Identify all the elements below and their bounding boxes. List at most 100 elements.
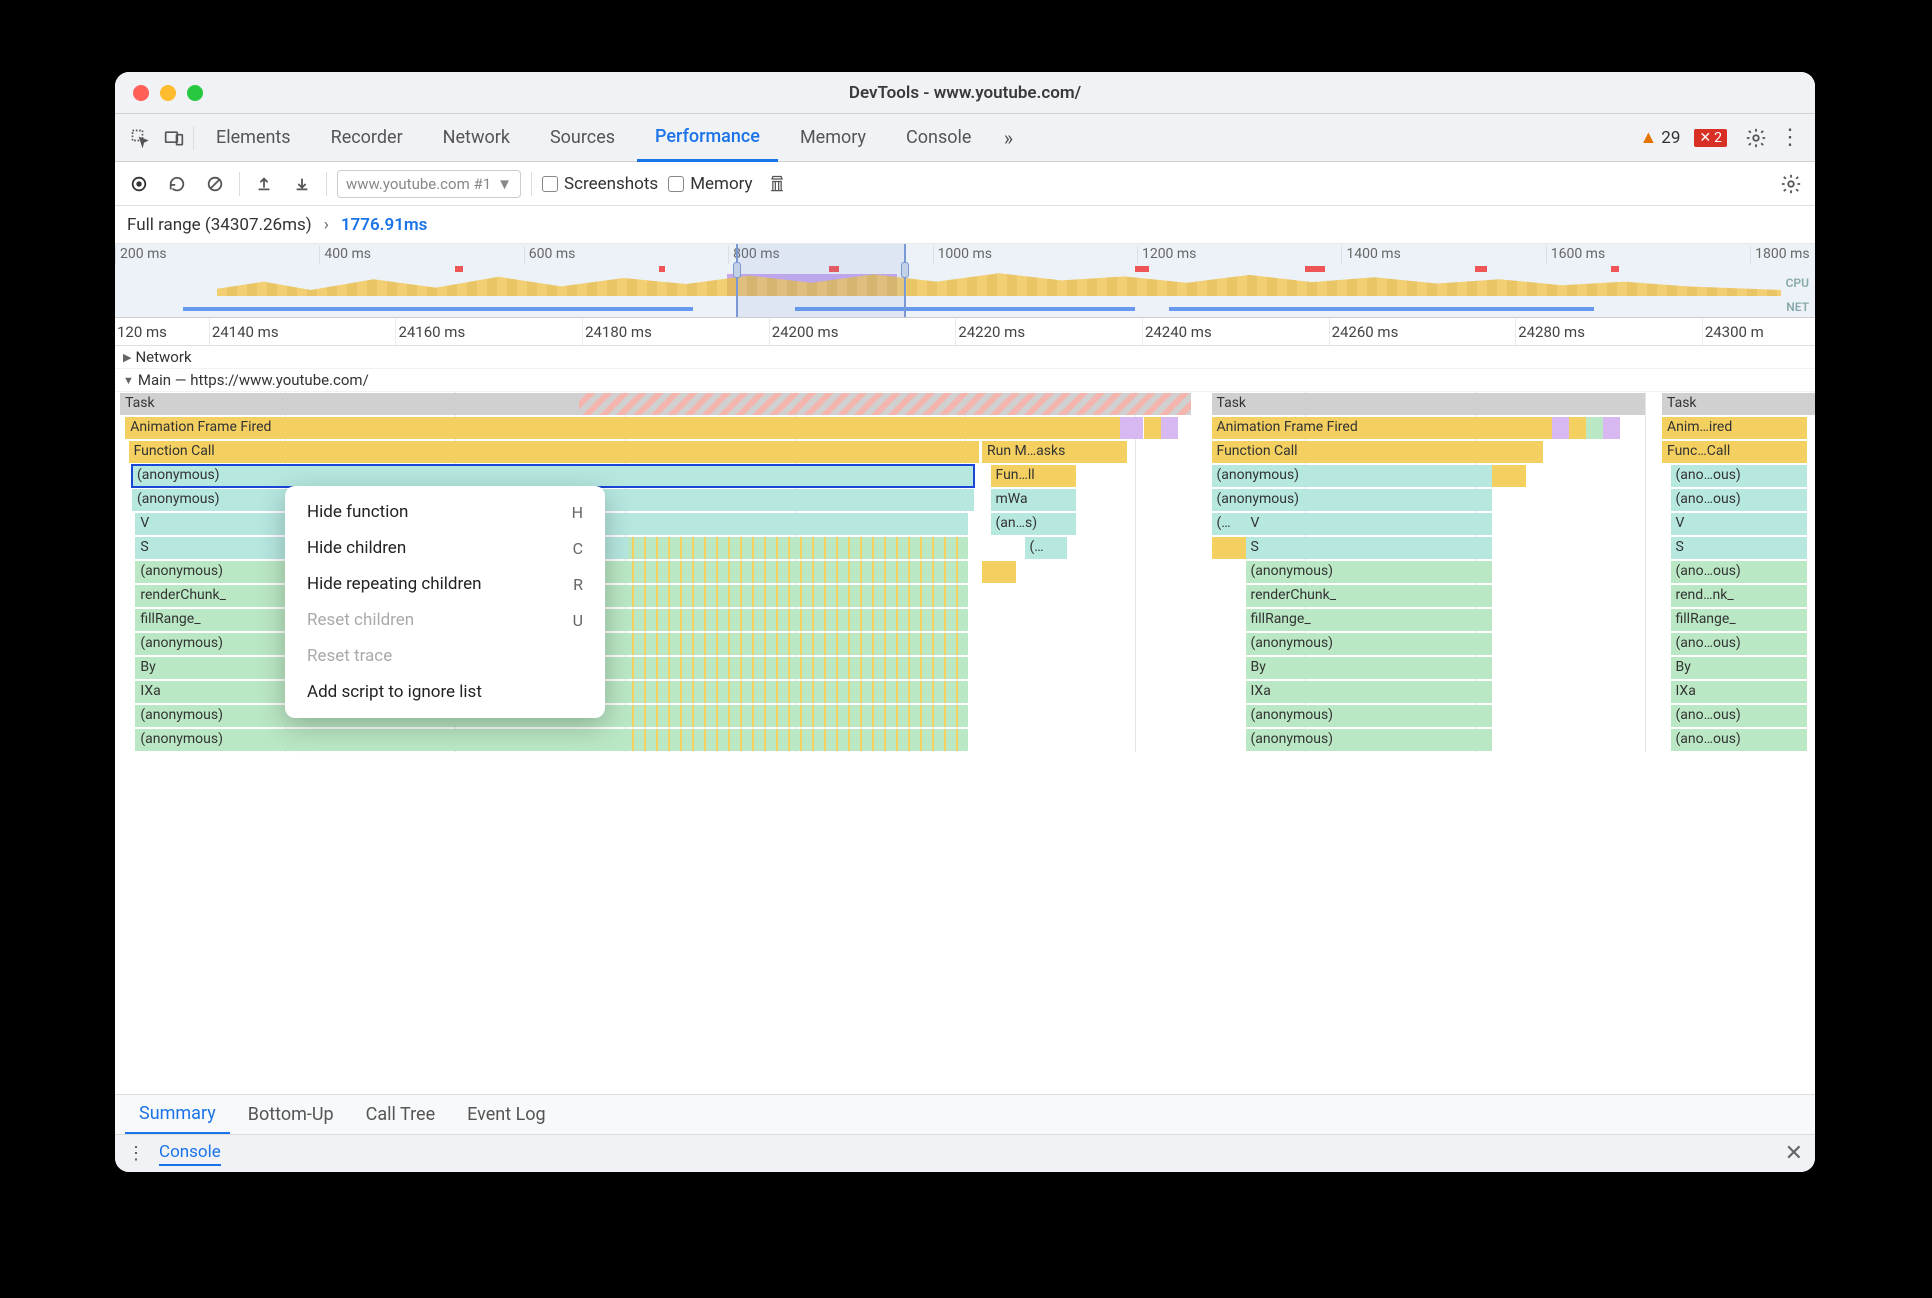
tab-bottom-up[interactable]: Bottom-Up	[234, 1095, 348, 1135]
device-toolbar-icon[interactable]	[159, 123, 189, 153]
flame-bar-anonymous[interactable]: (anonymous)	[1246, 705, 1493, 727]
flame-bar-group[interactable]	[628, 729, 968, 751]
tab-console[interactable]: Console	[888, 114, 989, 162]
selection-handle-left[interactable]	[733, 262, 741, 278]
flame-bar-anonymous[interactable]: (anonymous)	[1246, 729, 1493, 751]
flame-bar-anonymous[interactable]: (anonymous)	[1246, 633, 1493, 655]
flame-bar[interactable]: fillRange_	[1246, 609, 1493, 631]
flame-bar[interactable]: S	[1246, 537, 1493, 559]
flame-bar-anonymous[interactable]: (ano…ous)	[1671, 465, 1807, 487]
flame-bar[interactable]: By	[1246, 657, 1493, 679]
flame-bar[interactable]: Fun…ll	[991, 465, 1076, 487]
flame-bar-anonymous-selected[interactable]: (anonymous)	[132, 465, 974, 487]
flame-bar-anonymous[interactable]: (ano…ous)	[1671, 705, 1807, 727]
flame-bar-function-call[interactable]: Function Call	[1212, 441, 1544, 463]
minimize-window-button[interactable]	[160, 85, 176, 101]
tab-elements[interactable]: Elements	[198, 114, 309, 162]
tab-performance[interactable]: Performance	[637, 114, 778, 162]
flame-chart[interactable]: ▶ Network ▼ Main — https://www.youtube.c…	[115, 346, 1815, 1094]
flame-bar-animation[interactable]: Animation Frame Fired	[125, 417, 1120, 439]
tab-call-tree[interactable]: Call Tree	[352, 1095, 449, 1135]
flame-bar-task-long[interactable]	[579, 393, 1191, 415]
menu-hide-children[interactable]: Hide children C	[285, 530, 605, 566]
flame-bar[interactable]: By	[1671, 657, 1807, 679]
flame-bar-task[interactable]: Task	[120, 393, 579, 415]
maximize-window-button[interactable]	[187, 85, 203, 101]
close-window-button[interactable]	[133, 85, 149, 101]
flame-bar[interactable]: mWa	[991, 489, 1076, 511]
flame-bar[interactable]	[1586, 417, 1603, 439]
flame-bar[interactable]: S	[1671, 537, 1807, 559]
tab-summary[interactable]: Summary	[125, 1095, 230, 1135]
flame-bar[interactable]	[1552, 417, 1569, 439]
flame-bar[interactable]	[982, 561, 1016, 583]
record-button[interactable]	[125, 170, 153, 198]
timeline-overview[interactable]: 200 ms 400 ms 600 ms 800 ms 1000 ms 1200…	[115, 244, 1815, 318]
settings-icon[interactable]	[1741, 123, 1771, 153]
flame-bar[interactable]	[1144, 417, 1161, 439]
tab-event-log[interactable]: Event Log	[453, 1095, 560, 1135]
more-options-icon[interactable]: ⋮	[1775, 123, 1805, 153]
flame-bar-group[interactable]	[628, 561, 968, 583]
flame-bar[interactable]	[1569, 417, 1586, 439]
flame-bar[interactable]: IXa	[1246, 681, 1493, 703]
flame-bar[interactable]	[1120, 417, 1144, 439]
tab-recorder[interactable]: Recorder	[313, 114, 421, 162]
flame-bar[interactable]	[1492, 465, 1526, 487]
menu-hide-repeating-children[interactable]: Hide repeating children R	[285, 566, 605, 602]
tab-memory[interactable]: Memory	[782, 114, 884, 162]
flame-bar-group[interactable]	[628, 537, 968, 559]
selection-handle-right[interactable]	[901, 262, 909, 278]
menu-add-ignore-list[interactable]: Add script to ignore list	[285, 674, 605, 710]
flame-bar-group[interactable]	[628, 633, 968, 655]
console-tab[interactable]: Console	[159, 1142, 221, 1166]
flame-bar-group[interactable]	[628, 705, 968, 727]
error-badge[interactable]: ✕ 2	[1694, 129, 1727, 147]
flame-bar[interactable]: Run M…asks	[982, 441, 1127, 463]
download-icon[interactable]	[288, 170, 316, 198]
flame-bar-anonymous[interactable]: (ano…ous)	[1671, 729, 1807, 751]
flame-bar-anonymous[interactable]: (anonymous)	[1212, 489, 1493, 511]
flame-bar[interactable]: (…	[1025, 537, 1068, 559]
flame-bar-group[interactable]	[628, 609, 968, 631]
flame-bar[interactable]	[1603, 417, 1620, 439]
flame-bar[interactable]: fillRange_	[1671, 609, 1807, 631]
gc-icon[interactable]	[763, 170, 791, 198]
flame-bar[interactable]	[1161, 417, 1178, 439]
drawer-menu-icon[interactable]: ⋮	[127, 1143, 145, 1164]
flame-bar-group[interactable]	[628, 585, 968, 607]
flame-bar-task[interactable]: Task	[1662, 393, 1815, 415]
flame-bar[interactable]	[1212, 537, 1246, 559]
flame-bar-anonymous[interactable]: (anonymous)	[1246, 561, 1493, 583]
flame-bar[interactable]: V	[1246, 513, 1493, 535]
flame-bar-anonymous[interactable]: (anonymous)	[1212, 465, 1493, 487]
overview-selection[interactable]	[736, 244, 906, 317]
flame-bar-group[interactable]	[628, 681, 968, 703]
capture-settings-icon[interactable]	[1777, 170, 1805, 198]
tab-network[interactable]: Network	[425, 114, 528, 162]
flame-bar-function-call[interactable]: Func…Call	[1662, 441, 1807, 463]
flame-bar-animation[interactable]: Animation Frame Fired	[1212, 417, 1552, 439]
memory-checkbox[interactable]: Memory	[668, 174, 752, 194]
flame-bar-group[interactable]	[628, 657, 968, 679]
full-range-label[interactable]: Full range (34307.26ms)	[127, 215, 312, 235]
flame-bar-anonymous[interactable]: (anonymous)	[135, 729, 628, 751]
flame-bar[interactable]: (…	[1212, 513, 1246, 535]
flame-bar[interactable]: (an…s)	[991, 513, 1076, 535]
main-track-header[interactable]: ▼ Main — https://www.youtube.com/	[115, 369, 1815, 392]
close-drawer-icon[interactable]: ✕	[1785, 1141, 1803, 1166]
selected-range-label[interactable]: 1776.91ms	[341, 215, 428, 235]
menu-hide-function[interactable]: Hide function H	[285, 494, 605, 530]
network-track-header[interactable]: ▶ Network	[115, 346, 1815, 369]
more-tabs-icon[interactable]: »	[993, 123, 1023, 153]
clear-button[interactable]	[201, 170, 229, 198]
upload-icon[interactable]	[250, 170, 278, 198]
inspect-element-icon[interactable]	[125, 123, 155, 153]
issues-warning[interactable]: ▲ 29	[1639, 127, 1680, 148]
recording-select[interactable]: www.youtube.com #1 ▼	[337, 170, 521, 198]
flame-bar-anonymous[interactable]: (ano…ous)	[1671, 561, 1807, 583]
flame-bar[interactable]: renderChunk_	[1246, 585, 1493, 607]
flame-bar-task[interactable]: Task	[1212, 393, 1646, 415]
screenshots-checkbox[interactable]: Screenshots	[542, 174, 658, 194]
reload-record-button[interactable]	[163, 170, 191, 198]
